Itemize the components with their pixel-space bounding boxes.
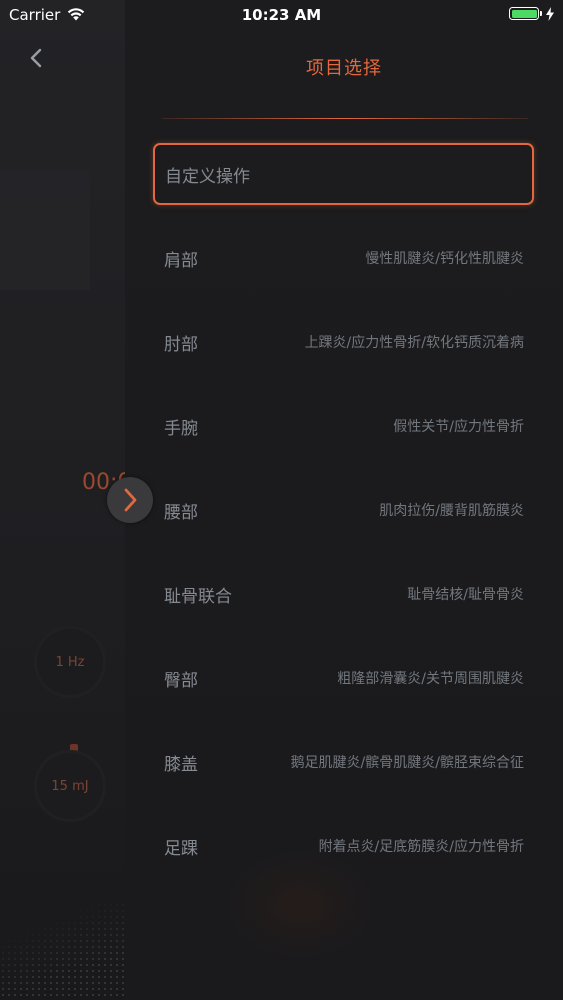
list-item-name: 手腕 <box>164 418 198 439</box>
list-item-pubic-symphysis[interactable]: 耻骨联合 耻骨结核/耻骨骨炎 <box>153 552 534 636</box>
list-item-name: 肘部 <box>164 334 198 355</box>
list-item-name: 腰部 <box>164 502 198 523</box>
chevron-right-icon <box>124 488 137 512</box>
list-item-desc: 肌肉拉伤/腰背肌筋膜炎 <box>379 503 524 519</box>
page-title: 项目选择 <box>306 58 382 79</box>
list-item-hip[interactable]: 臀部 粗隆部滑囊炎/关节周围肌腱炎 <box>153 636 534 720</box>
chevron-left-icon <box>30 48 42 68</box>
list-item-desc: 鹅足肌腱炎/髌骨肌腱炎/髌胫束综合征 <box>290 755 524 771</box>
list-item-shoulder[interactable]: 肩部 慢性肌腱炎/钙化性肌腱炎 <box>153 216 534 300</box>
frequency-dial: 1 Hz <box>34 626 106 698</box>
list-item-desc: 耻骨结核/耻骨骨炎 <box>407 587 524 603</box>
list-item-knee[interactable]: 膝盖 鹅足肌腱炎/髌骨肌腱炎/髌胫束综合征 <box>153 720 534 804</box>
list-item-desc: 假性关节/应力性骨折 <box>393 419 524 435</box>
list-item-desc: 附着点炎/足底筋膜炎/应力性骨折 <box>318 839 524 855</box>
list-item-name: 膝盖 <box>164 754 198 775</box>
battery-icon <box>509 7 539 20</box>
list-item-name: 臀部 <box>164 670 198 691</box>
frequency-value: 1 Hz <box>55 654 85 670</box>
project-list: 自定义操作 肩部 慢性肌腱炎/钙化性肌腱炎 肘部 上踝炎/应力性骨折/软化钙质沉… <box>153 143 534 888</box>
list-item-name: 肩部 <box>164 250 198 271</box>
collapse-panel-handle[interactable] <box>107 477 153 523</box>
list-item-name: 自定义操作 <box>165 166 250 187</box>
dot-wave-decoration <box>0 890 125 1000</box>
title-divider <box>162 118 528 119</box>
energy-value: 15 mJ <box>51 778 89 794</box>
list-item-ankle[interactable]: 足踝 附着点炎/足底筋膜炎/应力性骨折 <box>153 804 534 888</box>
charging-bolt-icon <box>546 7 554 21</box>
list-item-desc: 慢性肌腱炎/钙化性肌腱炎 <box>365 251 524 267</box>
list-item-desc: 粗隆部滑囊炎/关节周围肌腱炎 <box>337 671 524 687</box>
list-item-name: 耻骨联合 <box>164 586 232 607</box>
clock: 10:23 AM <box>241 6 322 24</box>
list-item-wrist[interactable]: 手腕 假性关节/应力性骨折 <box>153 384 534 468</box>
list-item-desc: 上踝炎/应力性骨折/软化钙质沉着病 <box>304 335 524 351</box>
battery-tip <box>540 11 542 16</box>
list-item-elbow[interactable]: 肘部 上踝炎/应力性骨折/软化钙质沉着病 <box>153 300 534 384</box>
energy-dial: 15 mJ <box>34 750 106 822</box>
back-button[interactable] <box>22 44 50 72</box>
list-item-waist[interactable]: 腰部 肌肉拉伤/腰背肌筋膜炎 <box>153 468 534 552</box>
list-item-custom-operation[interactable]: 自定义操作 <box>153 143 534 205</box>
status-bar: Carrier 10:23 AM <box>0 0 563 30</box>
background-image-area <box>0 170 90 290</box>
list-item-name: 足踝 <box>164 838 198 859</box>
